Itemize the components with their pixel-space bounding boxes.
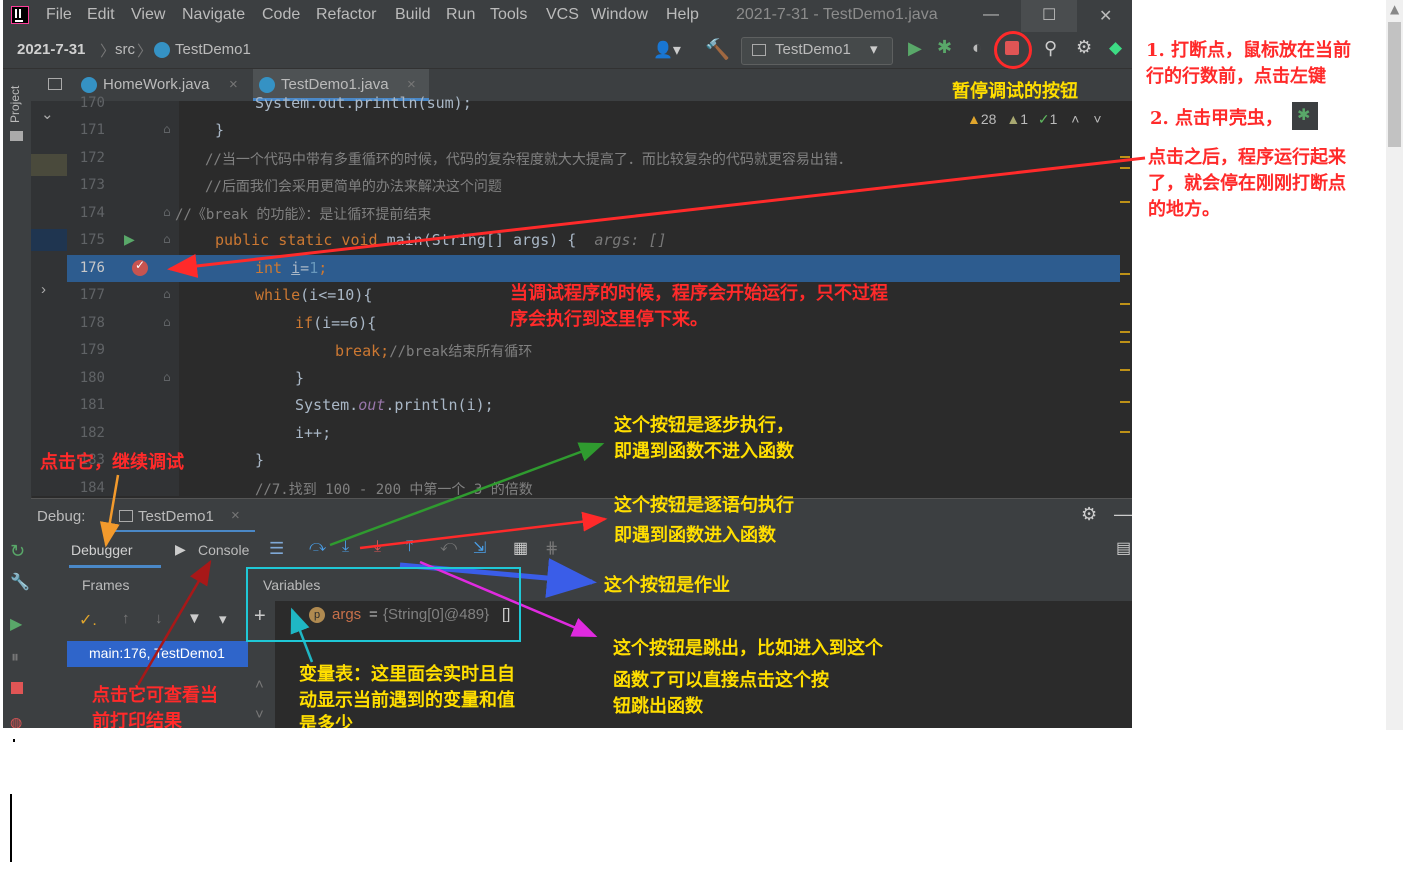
- annotation-step-over-line1: 这个按钮是逐步执行，: [614, 415, 794, 436]
- annotation-variables-line1: 变量表：这里面会实时且自: [299, 664, 515, 685]
- annotation-after-line3: 的地方。: [1148, 199, 1220, 220]
- annotation-stop-line1: 当调试程序的时候，程序会开始运行，只不过程: [510, 283, 888, 304]
- annotation-resume: 点击它，继续调试: [40, 452, 184, 473]
- annotation-step-into-line2: 即遇到函数进入函数: [614, 525, 776, 546]
- arrow-to-breakpoint: [167, 156, 1146, 278]
- annotation-console-line2: 前打印结果: [92, 711, 182, 728]
- arrow-step-over: [329, 442, 605, 547]
- variables-highlight-box: [246, 567, 521, 642]
- annotation-variables-line3: 是多少: [299, 714, 353, 728]
- arrow-variables: [290, 607, 314, 663]
- annotation-after-line2: 了，就会停在刚刚打断点: [1148, 173, 1346, 194]
- annotation-step1-line2: 行的行数前，点击左键: [1146, 66, 1326, 87]
- arrow-resume: [99, 474, 120, 548]
- annotation-step-out-line1: 这个按钮是跳出，比如进入到这个: [613, 638, 883, 659]
- annotation-step-out-line2: 函数了可以直接点击这个按: [613, 670, 829, 691]
- arrow-console: [136, 559, 212, 686]
- annotation-after-line1: 点击之后，程序运行起来: [1148, 147, 1346, 168]
- annotation-pause-button: 暂停调试的按钮: [952, 81, 1078, 102]
- annotation-step-into-line1: 这个按钮是逐语句执行: [614, 495, 794, 516]
- annotation-step-over-line2: 即遇到函数不进入函数: [614, 441, 794, 462]
- arrow-step-into: [359, 511, 608, 550]
- annotation-homework: 这个按钮是作业: [604, 575, 730, 596]
- annotation-step-out-line3: 钮跳出函数: [613, 696, 703, 717]
- annotation-step1-line1: 1. 打断点，鼠标放在当前: [1146, 40, 1352, 61]
- annotation-stop-line2: 序会执行到这里停下来。: [510, 309, 708, 330]
- annotation-variables-line2: 动显示当前遇到的变量和值: [299, 690, 515, 711]
- annotation-console-line1: 点击它可查看当: [92, 685, 218, 706]
- annotation-step2: 2. 点击甲壳虫，: [1150, 108, 1284, 129]
